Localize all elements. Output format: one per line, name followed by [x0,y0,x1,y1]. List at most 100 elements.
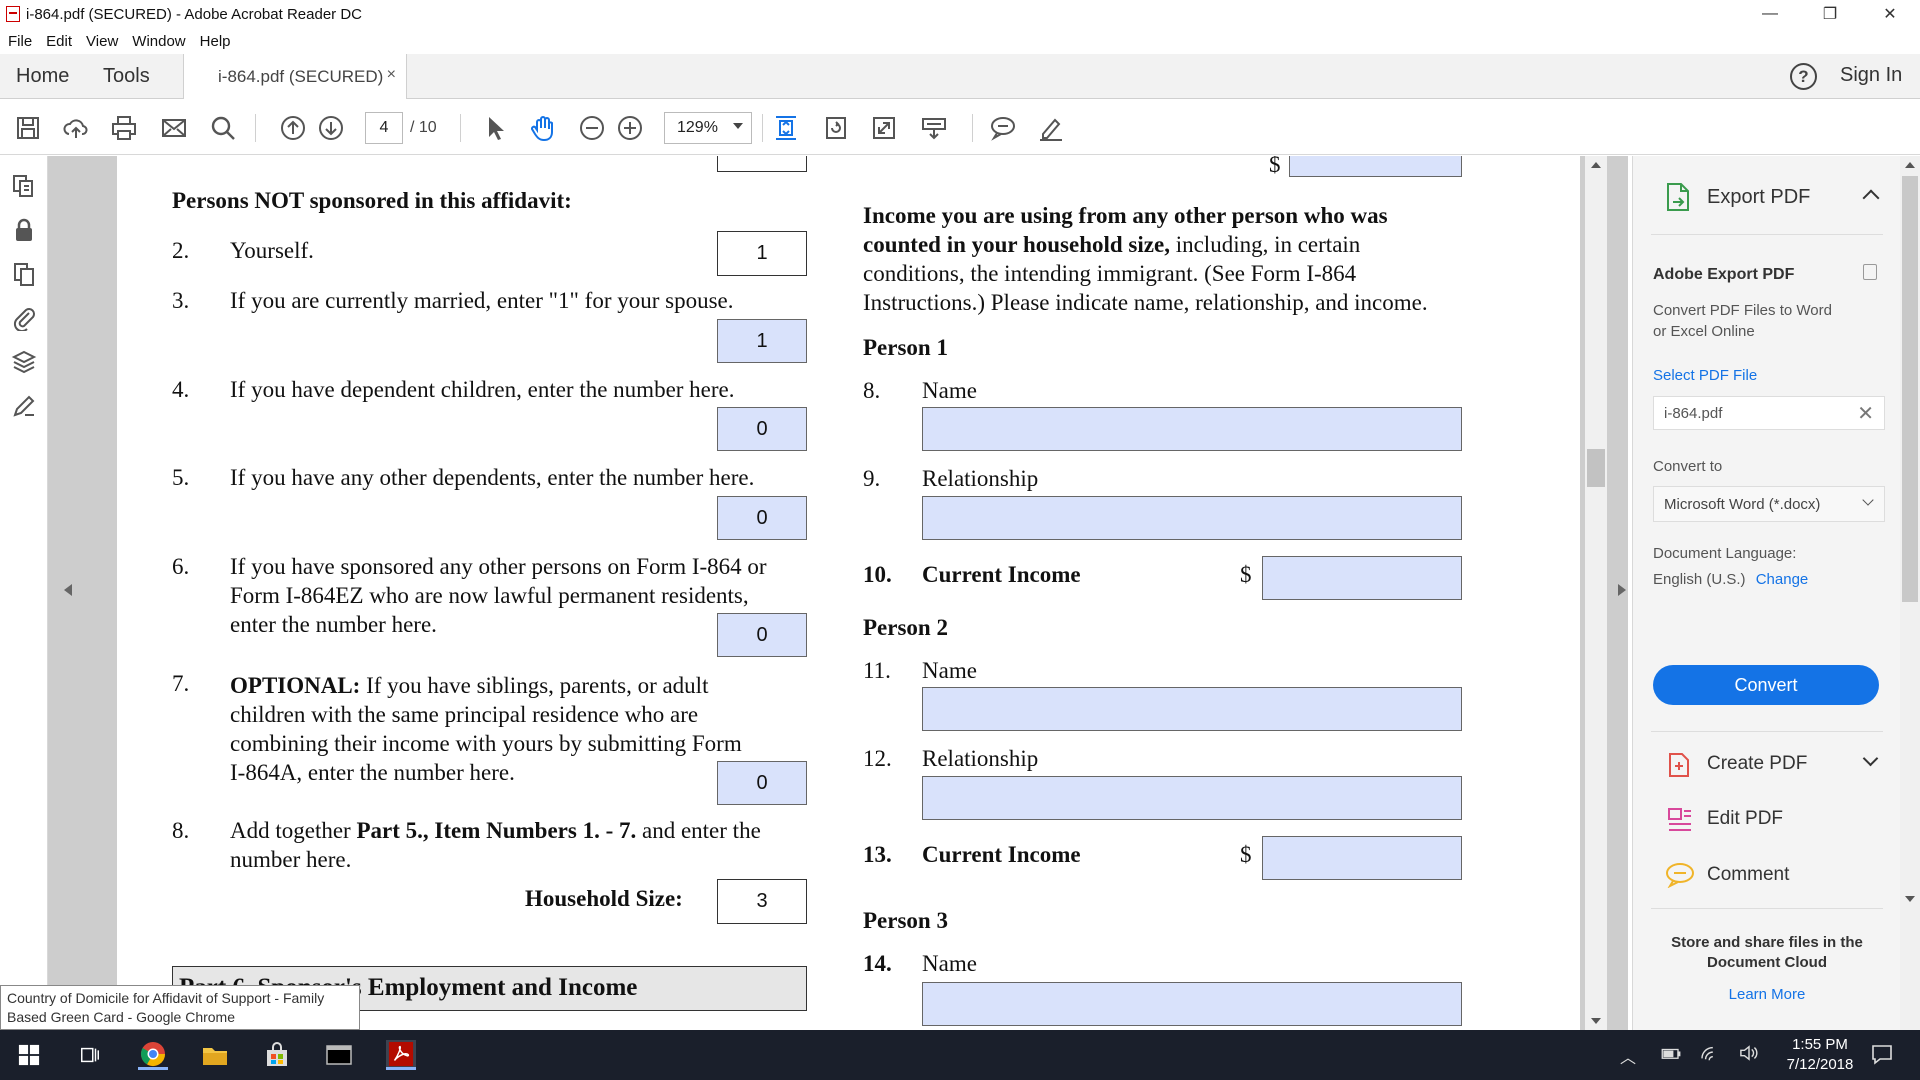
task-view-icon[interactable] [75,1040,105,1070]
fit-page-icon[interactable] [770,112,802,144]
comment-tool[interactable]: Comment [1707,864,1789,886]
person-1-income-field[interactable] [1262,556,1462,600]
tab-home[interactable]: Home [16,54,69,99]
help-icon[interactable]: ? [1790,63,1817,90]
menu-window[interactable]: Window [132,33,185,50]
comment-tool-icon [1665,862,1695,889]
print-icon[interactable] [108,112,140,144]
right-panel-scroll-thumb[interactable] [1902,176,1918,602]
full-screen-icon[interactable] [868,112,900,144]
convert-button[interactable]: Convert [1653,665,1879,705]
item-3-field[interactable]: 1 [717,319,807,363]
email-icon[interactable] [158,112,190,144]
scroll-down-icon[interactable] [1905,896,1915,902]
remove-file-icon[interactable]: ✕ [1857,401,1874,426]
item-2-field[interactable]: 1 [717,231,807,276]
person-2-name-field[interactable] [922,687,1462,731]
item-6-line-1: If you have sponsored any other persons … [230,554,767,579]
person-2-income-field[interactable] [1262,836,1462,880]
prior-income-field[interactable] [1289,156,1462,177]
document-view[interactable]: $ Persons NOT sponsored in this affidavi… [48,156,1628,1030]
file-explorer-icon[interactable] [200,1040,230,1070]
terminal-icon[interactable] [324,1040,354,1070]
menu-edit[interactable]: Edit [46,33,72,50]
scroll-up-icon[interactable] [1905,162,1915,168]
system-clock[interactable]: 1:55 PM 7/12/2018 [1760,1035,1880,1075]
field-14-label: Name [922,951,977,976]
close-window-button[interactable]: ✕ [1860,0,1920,28]
zoom-in-icon[interactable] [614,112,646,144]
select-pdf-file-link[interactable]: Select PDF File [1653,367,1757,384]
zoom-level-dropdown[interactable]: 129% [664,112,752,144]
collapse-left-panel-icon[interactable] [64,584,72,596]
highlight-pen-icon[interactable] [1035,112,1067,144]
learn-more-link[interactable]: Learn More [1633,986,1901,1003]
change-language-link[interactable]: Change [1756,571,1809,588]
close-tab-icon[interactable]: × [387,66,396,84]
maximize-button[interactable]: ❐ [1800,0,1860,28]
item-5-field[interactable]: 0 [717,496,807,540]
zoom-out-icon[interactable] [576,112,608,144]
action-center-icon[interactable] [1870,1042,1894,1071]
hand-tool-icon[interactable] [527,112,559,144]
person-1-heading: Person 1 [863,335,948,360]
previous-page-icon[interactable] [277,112,309,144]
document-scroll-thumb[interactable] [1587,449,1605,487]
scroll-down-icon[interactable] [1591,1018,1601,1024]
prior-count-field[interactable] [717,156,807,172]
save-icon[interactable] [12,112,44,144]
select-cursor-icon[interactable] [479,112,511,144]
scroll-up-icon[interactable] [1591,162,1601,168]
tab-document[interactable]: i-864.pdf (SECURED) × [183,54,407,99]
page-thumbnails-icon[interactable] [10,172,38,200]
read-mode-icon[interactable] [918,112,950,144]
upload-cloud-icon[interactable] [60,112,92,144]
lock-icon[interactable] [10,216,38,244]
volume-icon[interactable] [1738,1044,1760,1067]
chevron-up-icon[interactable] [1862,189,1880,207]
item-7-field[interactable]: 0 [717,761,807,805]
acrobat-taskbar-icon[interactable] [386,1040,416,1070]
minimize-button[interactable]: — [1740,0,1800,28]
attachment-icon[interactable] [10,304,38,332]
battery-icon[interactable] [1660,1046,1682,1065]
menu-help[interactable]: Help [200,33,231,50]
copy-pages-icon[interactable] [10,260,38,288]
store-icon[interactable] [262,1040,292,1070]
layers-icon[interactable] [10,348,38,376]
fill-sign-icon[interactable] [10,392,38,420]
search-icon[interactable] [207,112,239,144]
item-6-field[interactable]: 0 [717,613,807,657]
windows-start-icon[interactable] [14,1040,44,1070]
person-3-name-field[interactable] [922,982,1462,1026]
edit-pdf-icon [1667,806,1693,834]
tab-tools[interactable]: Tools [103,54,150,99]
copy-icon[interactable] [1863,264,1877,280]
page-total: / 10 [410,119,437,136]
convert-to-dropdown[interactable]: Microsoft Word (*.docx) [1653,486,1885,522]
wifi-icon[interactable] [1700,1044,1722,1067]
person-1-name-field[interactable] [922,407,1462,451]
tray-chevron-up-icon[interactable]: ︿ [1620,1044,1636,1068]
person-1-relationship-field[interactable] [922,496,1462,540]
menu-file[interactable]: File [8,33,32,50]
right-panel-scrollbar[interactable] [1900,156,1920,1030]
item-4-field[interactable]: 0 [717,407,807,451]
page-number-input[interactable]: 4 [365,112,403,144]
create-pdf-tool[interactable]: Create PDF [1707,753,1807,775]
household-size-field[interactable]: 3 [717,879,807,924]
export-pdf-header[interactable]: Export PDF [1707,186,1810,209]
chrome-icon[interactable] [138,1040,168,1070]
selected-file-box[interactable]: i-864.pdf ✕ [1653,396,1885,430]
person-2-relationship-field[interactable] [922,776,1462,820]
document-scrollbar[interactable] [1585,156,1607,1030]
chevron-down-icon[interactable] [1862,750,1879,767]
rotate-page-icon[interactable] [820,112,852,144]
sign-in-link[interactable]: Sign In [1840,64,1902,87]
menu-view[interactable]: View [86,33,118,50]
next-page-icon[interactable] [315,112,347,144]
edit-pdf-tool[interactable]: Edit PDF [1707,808,1783,830]
expand-right-panel-icon[interactable] [1618,584,1626,596]
comment-icon[interactable] [987,112,1019,144]
pdf-page: $ Persons NOT sponsored in this affidavi… [117,156,1580,1030]
